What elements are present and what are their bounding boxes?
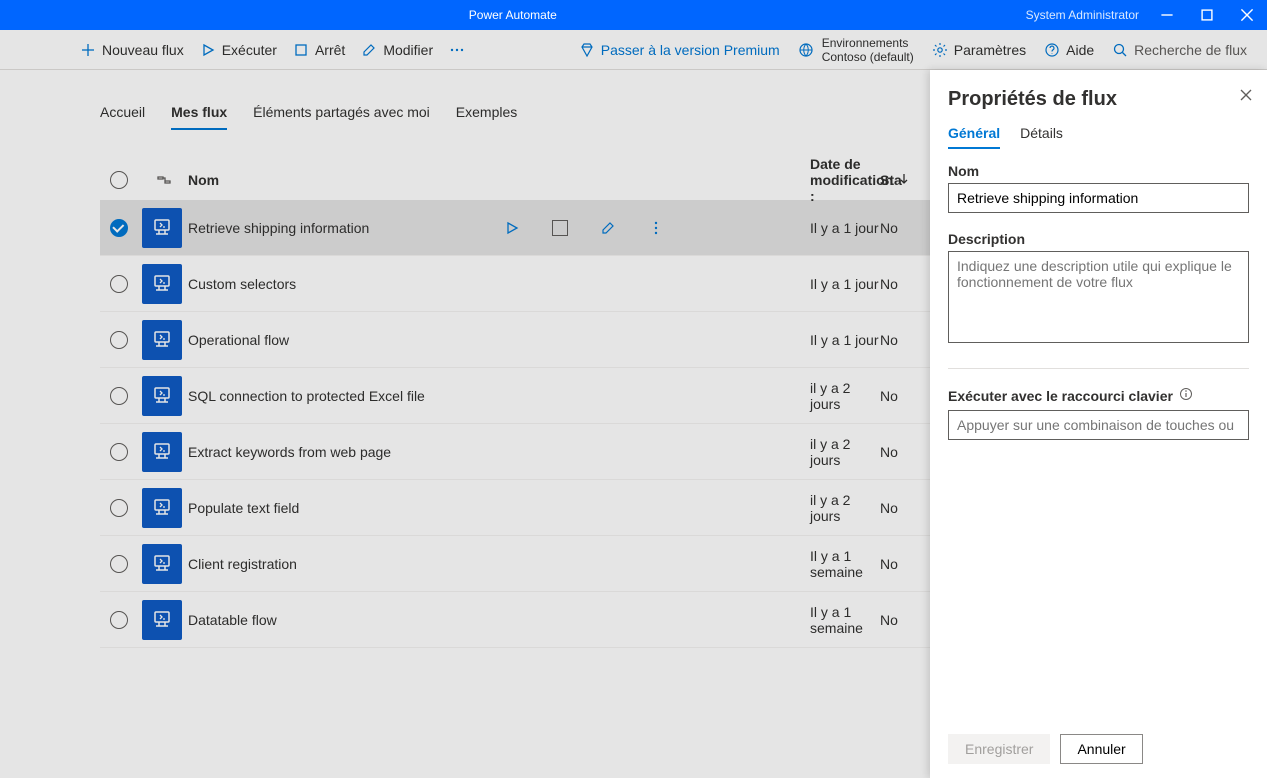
app-title: Power Automate [0, 8, 1026, 22]
flow-modified: Il y a 1 semaine [810, 604, 880, 636]
flow-icon [142, 488, 182, 528]
stop-icon [293, 42, 309, 58]
play-icon [200, 42, 216, 58]
environment-picker[interactable]: Environnements Contoso (default) [798, 36, 914, 64]
run-button[interactable]: Exécuter [200, 42, 277, 58]
flow-name: SQL connection to protected Excel file [188, 388, 488, 404]
window-maximize-button[interactable] [1187, 0, 1227, 30]
cancel-button[interactable]: Annuler [1060, 734, 1142, 764]
tab-shared[interactable]: Éléments partagés avec moi [253, 104, 430, 130]
env-name: Contoso (default) [822, 50, 914, 64]
edit-button[interactable]: Modifier [361, 42, 433, 58]
run-label: Exécuter [222, 42, 277, 58]
row-checkbox[interactable] [110, 331, 128, 349]
flow-name: Custom selectors [188, 276, 488, 292]
edit-label: Modifier [383, 42, 433, 58]
stop-button[interactable]: Arrêt [293, 42, 345, 58]
flow-icon [142, 432, 182, 472]
panel-title: Propriétés de flux [948, 88, 1249, 111]
search-label: Recherche de flux [1134, 42, 1247, 58]
env-label: Environnements [822, 36, 914, 50]
flow-modified: il y a 2 jours [810, 436, 880, 468]
tab-my-flows[interactable]: Mes flux [171, 104, 227, 130]
help-label: Aide [1066, 42, 1094, 58]
flow-icon [142, 544, 182, 584]
stop-label: Arrêt [315, 42, 345, 58]
flow-name: Retrieve shipping information [188, 220, 488, 236]
plus-icon [80, 42, 96, 58]
flow-icon [142, 376, 182, 416]
flow-name: Extract keywords from web page [188, 444, 488, 460]
settings-button[interactable]: Paramètres [932, 42, 1026, 58]
row-checkbox[interactable] [110, 499, 128, 517]
flow-modified: Il y a 1 jour [810, 276, 880, 292]
help-button[interactable]: Aide [1044, 42, 1094, 58]
new-flow-button[interactable]: Nouveau flux [80, 42, 184, 58]
tab-examples[interactable]: Exemples [456, 104, 517, 130]
row-checkbox[interactable] [110, 443, 128, 461]
tab-home[interactable]: Accueil [100, 104, 145, 130]
help-icon [1044, 42, 1060, 58]
shortcut-label: Exécuter avec le raccourci clavier [948, 388, 1173, 404]
col-modified[interactable]: Date de modification : [810, 156, 880, 204]
flow-name-input[interactable] [948, 183, 1249, 213]
flow-icon [142, 320, 182, 360]
new-flow-label: Nouveau flux [102, 42, 184, 58]
flow-name: Datatable flow [188, 612, 488, 628]
panel-tab-general[interactable]: Général [948, 125, 1000, 149]
flow-properties-panel: Propriétés de flux Général Détails Nom D… [930, 70, 1267, 778]
row-stop-button[interactable] [536, 220, 584, 236]
flow-modified: il y a 2 jours [810, 380, 880, 412]
flow-modified: Il y a 1 jour [810, 332, 880, 348]
flow-description-input[interactable] [948, 251, 1249, 343]
row-more-button[interactable] [632, 220, 680, 236]
save-button[interactable]: Enregistrer [948, 734, 1050, 764]
row-checkbox[interactable] [110, 387, 128, 405]
description-label: Description [948, 231, 1249, 247]
gear-icon [932, 42, 948, 58]
row-checkbox[interactable] [110, 611, 128, 629]
diamond-icon [579, 42, 595, 58]
info-icon[interactable] [1179, 387, 1193, 404]
flow-icon [142, 264, 182, 304]
flow-icon [142, 600, 182, 640]
window-close-button[interactable] [1227, 0, 1267, 30]
title-bar: Power Automate System Administrator [0, 0, 1267, 30]
select-all-checkbox[interactable] [110, 171, 128, 189]
row-checkbox[interactable] [110, 275, 128, 293]
flow-icon [142, 208, 182, 248]
flow-modified: Il y a 1 jour [810, 220, 880, 236]
search-icon [1112, 42, 1128, 58]
flow-name: Client registration [188, 556, 488, 572]
shortcut-input[interactable] [948, 410, 1249, 440]
premium-button[interactable]: Passer à la version Premium [579, 42, 780, 58]
panel-tab-details[interactable]: Détails [1020, 125, 1063, 149]
flow-name: Populate text field [188, 500, 488, 516]
name-label: Nom [948, 163, 1249, 179]
col-name[interactable]: Nom [188, 172, 488, 188]
more-icon [449, 42, 465, 58]
flow-modified: il y a 2 jours [810, 492, 880, 524]
pencil-icon [361, 42, 377, 58]
row-edit-button[interactable] [584, 220, 632, 236]
user-name[interactable]: System Administrator [1026, 8, 1139, 22]
flow-type-icon [140, 172, 188, 188]
command-bar: Nouveau flux Exécuter Arrêt Modifier Pas… [0, 30, 1267, 70]
close-icon [1239, 88, 1253, 102]
flow-name: Operational flow [188, 332, 488, 348]
panel-close-button[interactable] [1239, 88, 1253, 105]
row-checkbox[interactable] [110, 219, 128, 237]
search-flows[interactable]: Recherche de flux [1112, 42, 1247, 58]
more-button[interactable] [449, 42, 465, 58]
row-checkbox[interactable] [110, 555, 128, 573]
premium-label: Passer à la version Premium [601, 42, 780, 58]
settings-label: Paramètres [954, 42, 1026, 58]
window-minimize-button[interactable] [1147, 0, 1187, 30]
row-run-button[interactable] [488, 220, 536, 236]
flow-modified: Il y a 1 semaine [810, 548, 880, 580]
globe-icon [798, 42, 814, 58]
